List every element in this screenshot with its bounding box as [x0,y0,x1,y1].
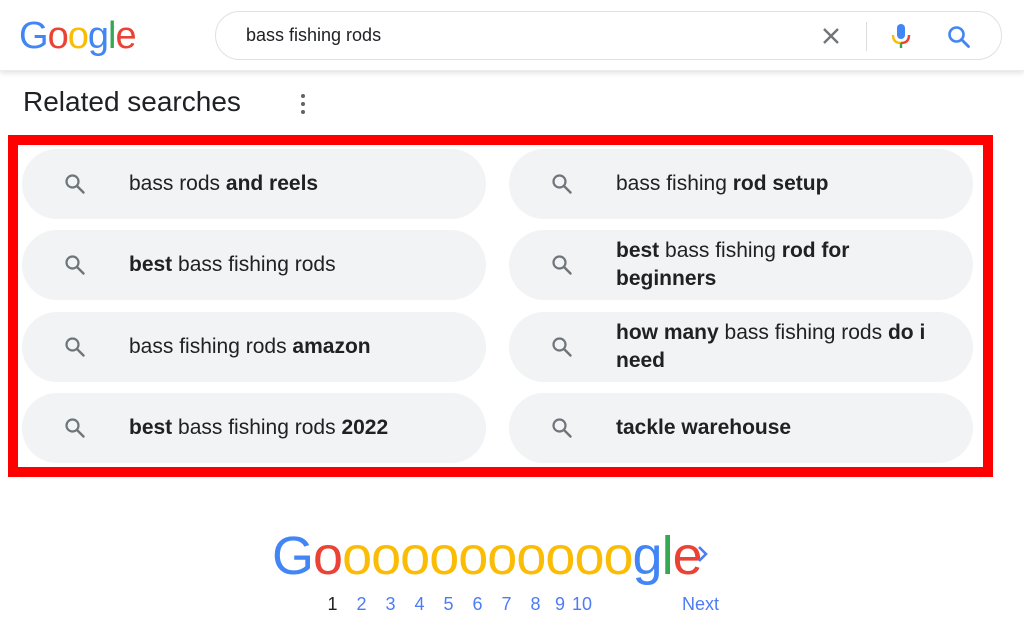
related-search-text: bass fishing rods amazon [129,333,456,361]
related-search-text: tackle warehouse [616,414,943,442]
query-term: bass rods [129,172,226,195]
related-search-chip[interactable]: tackle warehouse [509,393,973,463]
highlighted-term: and reels [225,172,319,195]
related-search-text: best bass fishing rod for beginners [616,237,943,293]
close-icon [823,28,839,44]
pagination-logo-letter: o [603,526,633,586]
google-logo[interactable]: Google [19,14,137,58]
related-search-chip[interactable]: how many bass fishing rods do i need [509,312,973,382]
highlighted-term: 2022 [341,416,389,439]
related-search-text: best bass fishing rods 2022 [129,414,456,442]
logo-letter: e [115,15,136,57]
highlighted-term: rod setup [732,172,829,195]
search-icon [65,255,85,275]
highlighted-term: how many [616,321,719,344]
pagination-logo: Gooooooooooogle [272,524,703,588]
related-search-text: best bass fishing rods [129,251,456,279]
page-link[interactable]: 9 [550,592,570,616]
highlighted-term: best [129,253,173,276]
more-options-button[interactable] [293,88,313,116]
page-link[interactable]: 6 [463,592,492,616]
highlighted-term: best [616,239,660,262]
pagination-logo-letter: o [574,526,604,586]
search-icon [65,174,85,194]
microphone-icon [891,24,911,48]
pagination-logo-letter: o [342,526,372,586]
page-link[interactable]: 7 [492,592,521,616]
pagination-logo-letter: G [272,526,314,586]
pagination-logo-letter: o [545,526,575,586]
search-icon [552,174,572,194]
related-search-chip[interactable]: bass rods and reels [22,149,486,219]
search-divider [866,22,867,51]
page-link[interactable]: 4 [405,592,434,616]
pagination-logo-letter: l [661,526,674,586]
pagination-logo-letter: o [429,526,459,586]
highlighted-term: tackle warehouse [616,416,792,439]
pagination-logo-letter: o [400,526,430,586]
search-icon [552,418,572,438]
pagination-logo-letter: o [516,526,546,586]
query-term: bass fishing rods [129,335,293,358]
logo-letter: o [47,15,69,57]
related-search-chip[interactable]: best bass fishing rod for beginners [509,230,973,300]
more-vertical-icon [293,88,313,114]
search-icon [552,337,572,357]
search-icon [948,26,970,48]
search-icon [65,418,85,438]
page-link[interactable]: 3 [376,592,405,616]
search-button[interactable] [946,24,972,50]
chevron-right-icon [698,546,708,562]
page-numbers: 1 2 3 4 5 6 7 8 9 10 [318,592,594,616]
clear-search-button[interactable] [819,24,843,48]
voice-search-button[interactable] [889,23,913,49]
query-term: bass fishing [616,172,733,195]
related-search-chip[interactable]: bass fishing rod setup [509,149,973,219]
related-searches-title: Related searches [23,86,241,117]
query-term: bass fishing [659,239,782,262]
page-link[interactable]: 2 [347,592,376,616]
related-search-text: bass rods and reels [129,170,456,198]
highlighted-term: amazon [292,335,371,358]
query-term: bass fishing rods [718,321,888,344]
related-search-chip[interactable]: bass fishing rods amazon [22,312,486,382]
pagination-logo-letter: o [371,526,401,586]
related-search-chip[interactable]: best bass fishing rods [22,230,486,300]
next-page-arrow[interactable] [693,540,713,568]
related-search-text: how many bass fishing rods do i need [616,319,943,375]
logo-letter: o [67,15,89,57]
search-icon [552,255,572,275]
related-search-chip[interactable]: best bass fishing rods 2022 [22,393,486,463]
pagination-logo-letter: o [458,526,488,586]
query-term: bass fishing rods [172,253,336,276]
pagination-logo-letter: o [313,526,343,586]
page-link[interactable]: 8 [521,592,550,616]
page-link[interactable]: 10 [570,592,594,616]
search-input[interactable] [246,12,806,59]
pagination-logo-letter: o [487,526,517,586]
logo-letter: g [87,15,109,57]
related-search-text: bass fishing rod setup [616,170,943,198]
highlighted-term: best [129,416,173,439]
search-icon [65,337,85,357]
page-link[interactable]: 5 [434,592,463,616]
current-page: 1 [327,594,338,614]
pagination-logo-letter: g [632,526,663,586]
search-box [215,11,1002,60]
logo-letter: G [19,15,49,57]
header: Google [0,0,1024,71]
query-term: bass fishing rods [172,416,342,439]
next-page-link[interactable]: Next [682,592,719,616]
